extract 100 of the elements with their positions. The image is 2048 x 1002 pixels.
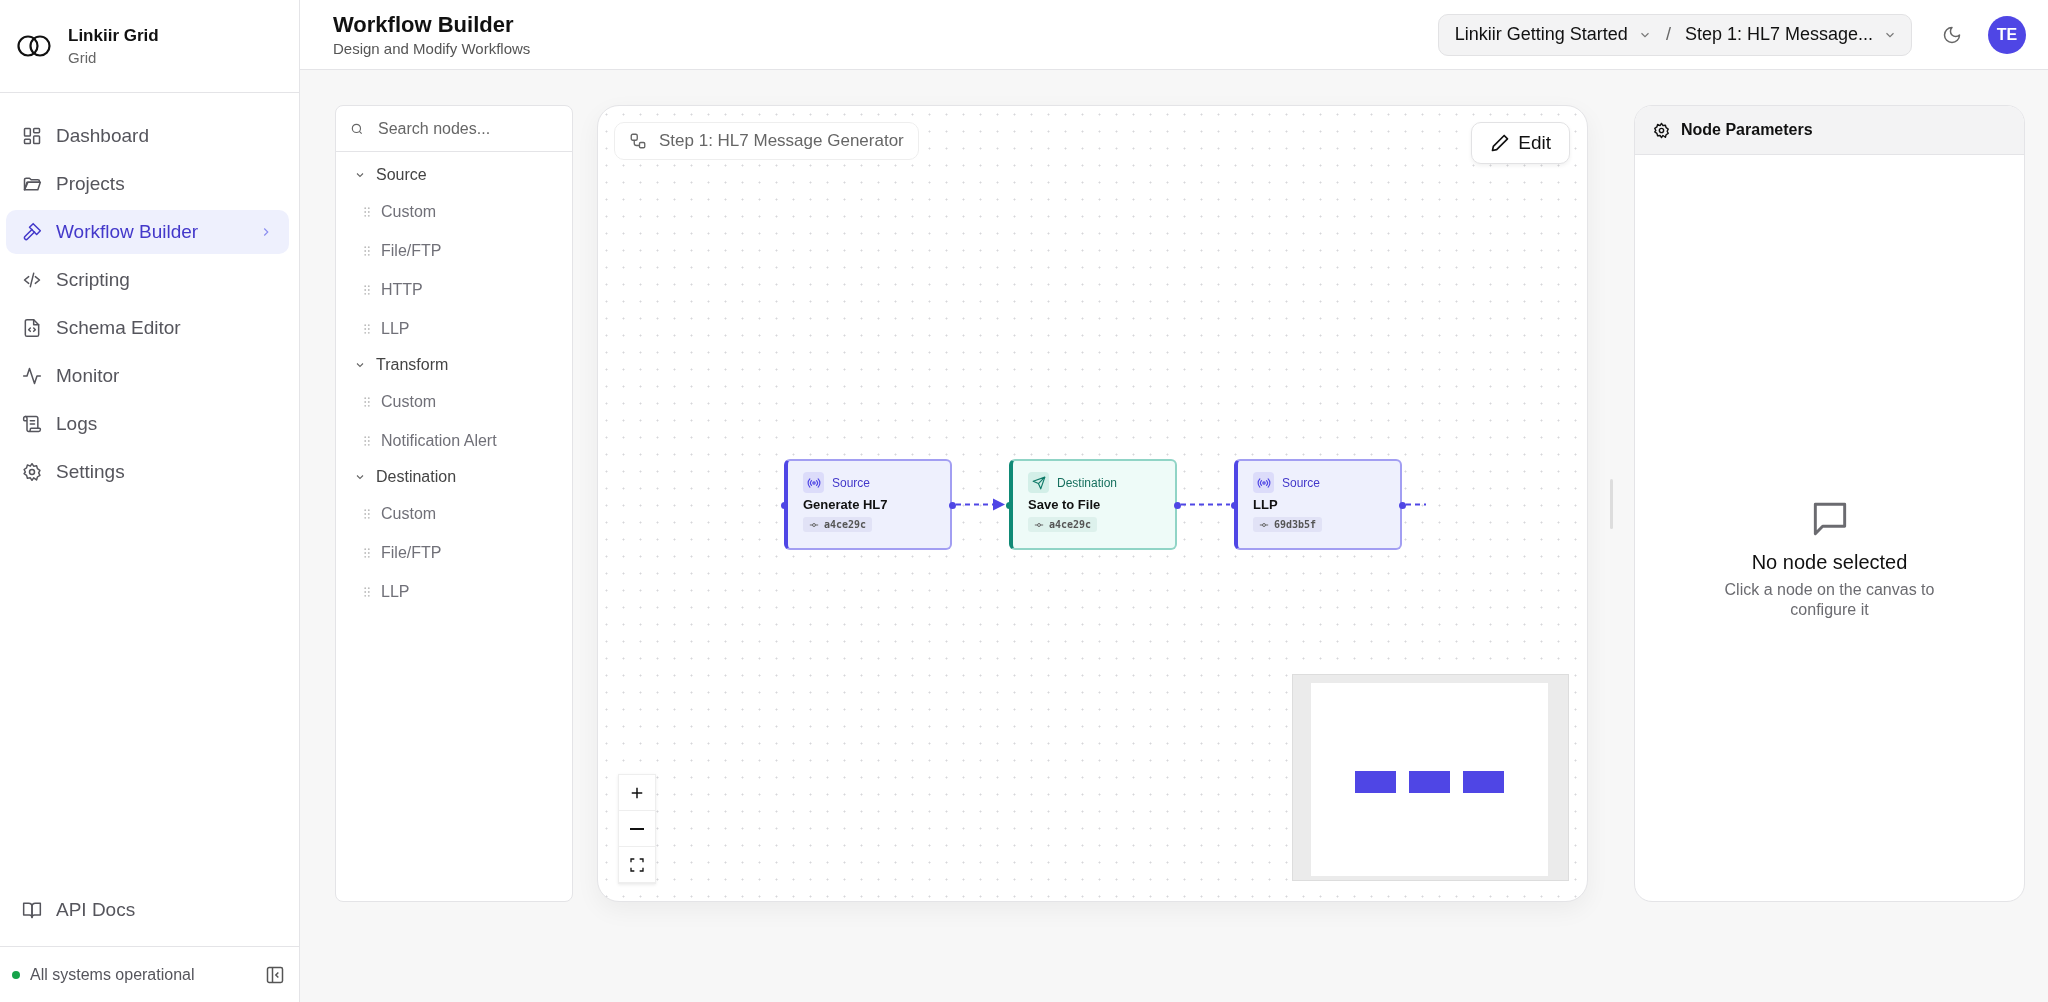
palette-node-item[interactable]: File/FTP: [336, 231, 572, 270]
edit-button[interactable]: Edit: [1471, 122, 1570, 164]
sidebar-item[interactable]: Dashboard: [6, 114, 289, 158]
sidebar-item[interactable]: Settings: [6, 450, 289, 494]
node-type-label: Custom: [381, 202, 437, 221]
palette-node-item[interactable]: LLP: [336, 309, 572, 348]
sidebar-item[interactable]: Scripting: [6, 258, 289, 302]
node-title: Save to File: [1028, 497, 1102, 512]
status-text: All systems operational: [30, 965, 195, 984]
page-subtitle: Design and Modify Workflows: [333, 40, 532, 57]
drag-handle-icon: [364, 396, 370, 407]
empty-state-text: Click a node on the canvas to configure it: [1723, 579, 1936, 620]
output-handle[interactable]: [949, 501, 956, 509]
node-title: Generate HL7: [803, 497, 889, 512]
fit-view-button[interactable]: [619, 847, 655, 883]
node-type-label: LLP: [381, 582, 410, 601]
minus-icon: [630, 827, 644, 830]
minimap-node: [1463, 770, 1504, 793]
user-avatar[interactable]: TE: [1988, 15, 2026, 54]
palette-node-item[interactable]: HTTP: [336, 270, 572, 309]
hammer-icon: [22, 222, 42, 242]
page-title: Workflow Builder: [333, 12, 515, 38]
theme-toggle-button[interactable]: [1942, 24, 1962, 45]
connection-line: [1180, 503, 1231, 506]
palette-node-item[interactable]: LLP: [336, 572, 572, 611]
workflow-node[interactable]: Source LLP 69d3b5f: [1234, 459, 1402, 550]
zoom-in-button[interactable]: [619, 775, 655, 811]
api-docs-link[interactable]: API Docs: [6, 888, 289, 932]
node-kind-icon: [803, 472, 824, 493]
code-icon: [22, 270, 42, 290]
drag-handle-icon: [364, 435, 370, 446]
drag-handle-icon: [364, 245, 370, 256]
node-type-label: LLP: [381, 319, 410, 338]
node-type-label: Notification Alert: [381, 431, 497, 450]
dashboard-icon: [22, 126, 42, 146]
category-toggle[interactable]: Source: [336, 158, 427, 192]
output-handle[interactable]: [1174, 501, 1181, 509]
breadcrumb-dropdown[interactable]: Linkiir Getting Started: [1454, 24, 1652, 45]
empty-state-title: No node selected: [1751, 550, 1908, 574]
node-type-label: HTTP: [381, 280, 423, 299]
pencil-icon: [1490, 133, 1511, 153]
scroll-icon: [22, 414, 42, 434]
node-id-chip: a4ce29c: [1028, 517, 1098, 532]
node-id-chip: 69d3b5f: [1253, 517, 1323, 532]
breadcrumb-dropdown[interactable]: Step 1: HL7 Message...: [1684, 24, 1897, 45]
sidebar-item[interactable]: Projects: [6, 162, 289, 206]
collapse-sidebar-button[interactable]: [265, 964, 285, 985]
palette-node-item[interactable]: File/FTP: [336, 533, 572, 572]
sidebar-item[interactable]: Logs: [6, 402, 289, 446]
breadcrumb-separator: /: [1665, 24, 1671, 45]
drag-handle-icon: [364, 323, 370, 334]
palette-node-item[interactable]: Custom: [336, 382, 572, 421]
node-type-label: File/FTP: [381, 241, 442, 260]
node-id-chip: a4ce29c: [803, 517, 873, 532]
node-type-label: Source: [1282, 475, 1321, 490]
category-toggle[interactable]: Transform: [336, 348, 449, 382]
workflow-node[interactable]: Destination Save to File a4ce29c: [1009, 459, 1177, 550]
book-icon: [22, 900, 42, 920]
minimap[interactable]: [1292, 674, 1569, 881]
fullscreen-icon: [629, 856, 645, 873]
node-kind-icon: [1028, 472, 1049, 493]
category-toggle[interactable]: Destination: [336, 460, 457, 494]
app-name: Linkiir Grid: [68, 26, 159, 46]
node-title: LLP: [1253, 497, 1279, 512]
sidebar-panel-icon: [265, 964, 285, 985]
node-kind-icon: [1253, 472, 1274, 493]
panel-title: Node Parameters: [1681, 121, 1813, 139]
app-subtitle: Grid: [68, 49, 98, 66]
workflow-icon: [629, 132, 647, 150]
palette-node-item[interactable]: Notification Alert: [336, 421, 572, 460]
palette-node-item[interactable]: Custom: [336, 494, 572, 533]
drag-handle-icon: [364, 206, 370, 217]
sidebar-item[interactable]: Monitor: [6, 354, 289, 398]
node-type-label: Custom: [381, 392, 437, 411]
status-dot: [12, 970, 20, 979]
minimap-node: [1409, 770, 1450, 793]
settings-icon: [22, 462, 42, 482]
node-type-label: Custom: [381, 504, 437, 523]
connection-arrow: [955, 498, 1005, 511]
search-field[interactable]: Search nodes...: [376, 118, 560, 139]
drag-handle-icon: [364, 547, 370, 558]
file-code-icon: [22, 318, 42, 338]
connection-line: [1405, 503, 1427, 506]
minimap-node: [1355, 770, 1396, 793]
drag-handle-icon: [364, 284, 370, 295]
activity-icon: [22, 366, 42, 386]
node-type-label: File/FTP: [381, 543, 442, 562]
sidebar-item[interactable]: Schema Editor: [6, 306, 289, 350]
drag-handle-icon: [364, 508, 370, 519]
settings-icon: [1653, 121, 1670, 139]
sidebar-item[interactable]: Workflow Builder: [6, 210, 289, 254]
folder-icon: [22, 174, 42, 194]
drag-handle-icon: [364, 586, 370, 597]
node-type-label: Source: [832, 475, 871, 490]
workflow-label: Step 1: HL7 Message Generator: [614, 122, 919, 160]
output-handle[interactable]: [1399, 501, 1406, 509]
palette-node-item[interactable]: Custom: [336, 192, 572, 231]
zoom-out-button[interactable]: [619, 811, 655, 847]
node-type-label: Destination: [1057, 475, 1118, 490]
workflow-node[interactable]: Source Generate HL7 a4ce29c: [784, 459, 952, 550]
